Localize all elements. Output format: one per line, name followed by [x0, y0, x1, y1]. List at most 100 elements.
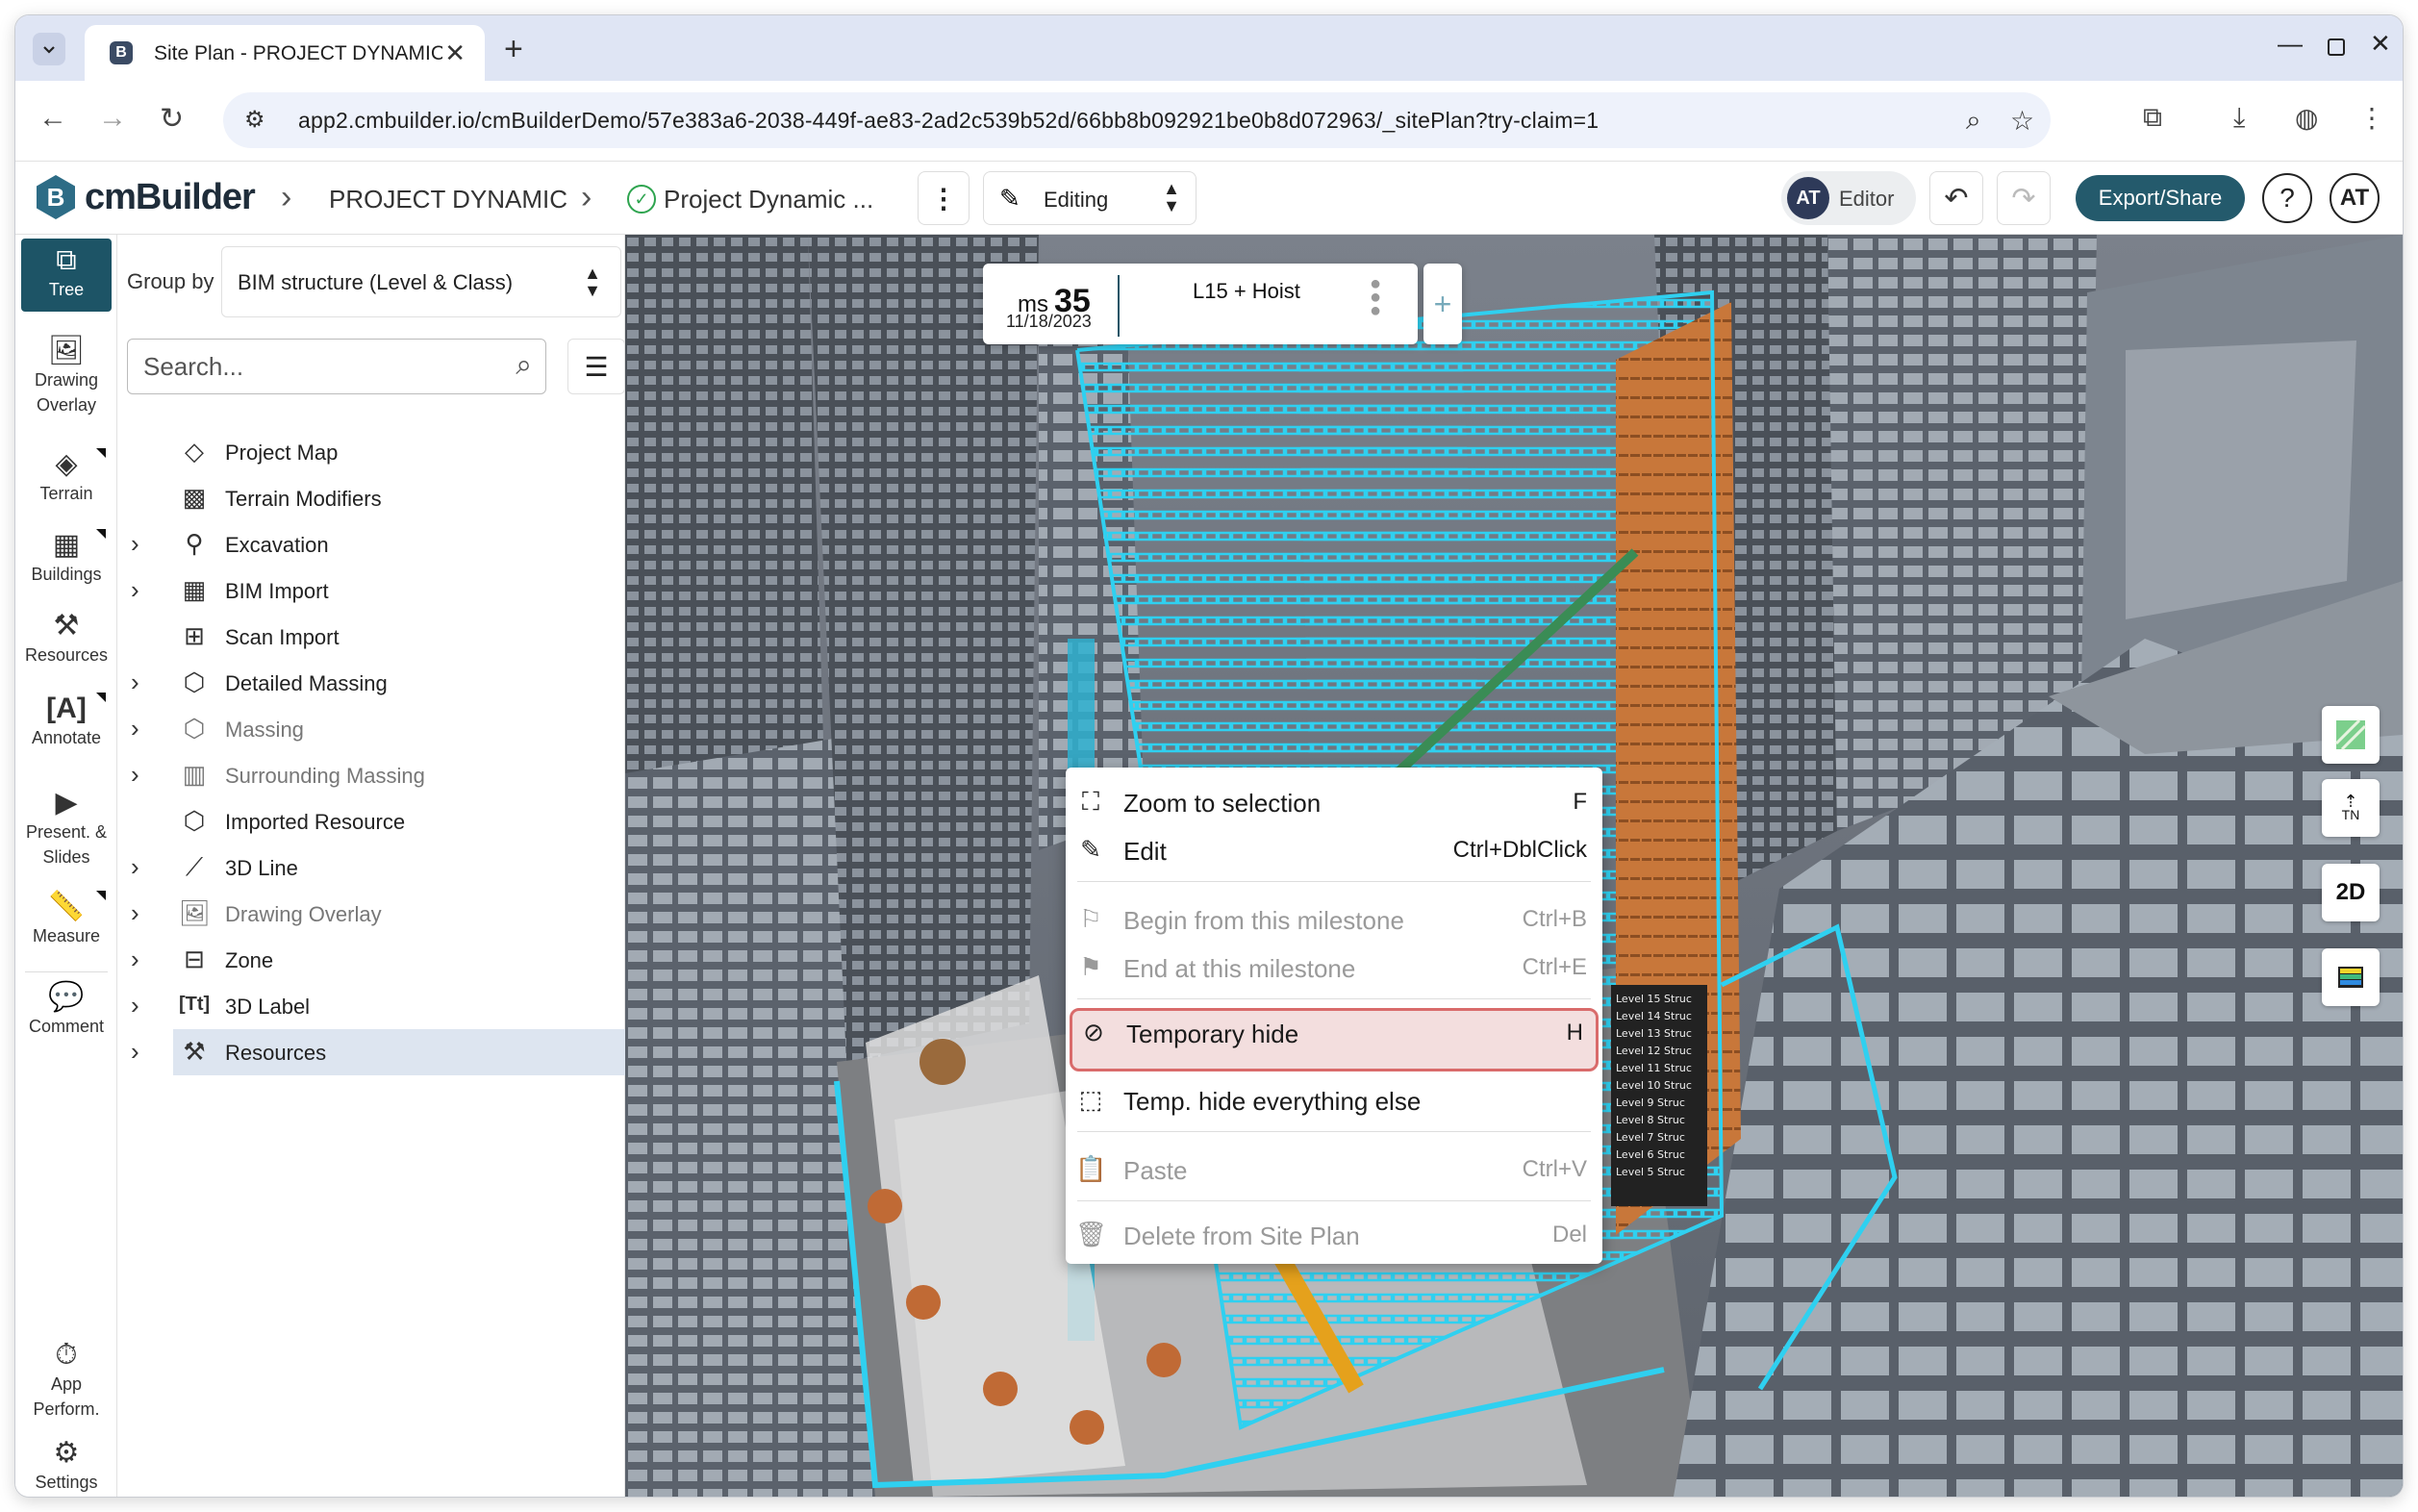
back-icon[interactable]: ←	[38, 102, 67, 135]
tree-item-detailed-massing[interactable]: › ⬡ Detailed Massing	[117, 660, 625, 706]
menu-item-begin-milestone[interactable]: ⚐ Begin from this milestone Ctrl+B	[1066, 895, 1602, 943]
rail-item-resources[interactable]: ⚒ Resources	[21, 610, 112, 668]
milestone-options-icon[interactable]: ● ● ●	[1370, 274, 1381, 320]
chevron-right-icon[interactable]: ›	[131, 898, 139, 928]
rail-item-comment[interactable]: 💬 Comment	[21, 981, 112, 1039]
chevron-right-icon[interactable]: ›	[131, 529, 139, 559]
url-text[interactable]: app2.cmbuilder.io/cmBuilderDemo/57e383a6…	[298, 108, 1599, 134]
true-north-button[interactable]: ⇡ TN	[2322, 779, 2380, 837]
cmbuilder-logo-icon: B	[37, 175, 75, 219]
search-box[interactable]: ⌕	[127, 339, 546, 394]
menu-item-edit[interactable]: ✎ Edit Ctrl+DblClick	[1066, 825, 1602, 873]
search-icon[interactable]: ⌕	[516, 349, 532, 382]
chevron-right-icon[interactable]: ›	[131, 1037, 139, 1067]
app-header: B cmBuilder › PROJECT DYNAMIC › ✓ Projec…	[15, 162, 2403, 235]
performance-icon: ⏱	[55, 1339, 78, 1371]
tree-item-surrounding-massing[interactable]: › ▥ Surrounding Massing	[117, 752, 625, 798]
extensions-icon[interactable]: ⧉	[2143, 102, 2162, 134]
tree-item-bim-import[interactable]: › ▦ BIM Import	[117, 567, 625, 614]
more-options-button[interactable]: ⋮	[918, 171, 970, 225]
browser-menu-icon[interactable]: ⋮	[2358, 102, 2385, 134]
menu-item-zoom-to-selection[interactable]: ⛶ Zoom to selection F	[1066, 777, 1602, 825]
reload-icon[interactable]: ↻	[160, 102, 184, 136]
site-info-icon[interactable]: ⚙	[244, 106, 265, 134]
tree-item-scan-import[interactable]: ⊞ Scan Import	[117, 614, 625, 660]
rail-item-settings[interactable]: ⚙ Settings	[21, 1437, 112, 1495]
map-layer-icon	[2334, 718, 2367, 751]
tree-item-excavation[interactable]: › ⚲ Excavation	[117, 521, 625, 567]
rail-item-app-performance[interactable]: ⏱ App Perform.	[21, 1339, 112, 1422]
rail-item-annotate[interactable]: [A] Annotate	[21, 693, 112, 750]
undo-button[interactable]: ↶	[1929, 171, 1983, 225]
rail-divider	[25, 971, 108, 972]
close-window-icon[interactable]: ✕	[2370, 29, 2391, 59]
flag-icon: ⚐	[1079, 904, 1102, 933]
maximize-icon[interactable]	[2326, 25, 2347, 64]
forward-icon[interactable]: →	[98, 102, 127, 135]
updown-icon: ▲ ▼	[584, 264, 601, 300]
chevron-right-icon[interactable]: ›	[131, 991, 139, 1021]
breadcrumb-site-plan[interactable]: Project Dynamic ...	[664, 185, 873, 214]
menu-item-temporary-hide[interactable]: ⊘ Temporary hide H	[1070, 1008, 1599, 1071]
chevron-right-icon[interactable]: ›	[131, 852, 139, 882]
rail-item-tree[interactable]: ⧉ Tree	[21, 239, 112, 312]
app-logo[interactable]: cmBuilder	[85, 177, 256, 218]
search-input[interactable]	[141, 347, 488, 386]
view-2d-button[interactable]: 2D	[2322, 864, 2380, 921]
user-menu-button[interactable]: AT	[2330, 173, 2380, 223]
tree-item-resources[interactable]: › ⚒ Resources	[131, 1029, 625, 1075]
chevron-right-icon[interactable]: ›	[131, 575, 139, 605]
close-tab-icon[interactable]: ✕	[444, 38, 466, 68]
profile-extension-icon[interactable]: ◍	[2295, 102, 2318, 134]
tree-item-terrain-modifiers[interactable]: ▩ Terrain Modifiers	[117, 475, 625, 521]
tree-item-imported-resource[interactable]: ⬡ Imported Resource	[117, 798, 625, 844]
redo-button[interactable]: ↷	[1997, 171, 2051, 225]
menu-item-paste[interactable]: 📋 Paste Ctrl+V	[1066, 1145, 1602, 1193]
tree-item-3d-line[interactable]: › ⟋ 3D Line	[117, 844, 625, 891]
rail-item-drawing-overlay[interactable]: 🖼 Drawing Overlay	[21, 335, 112, 417]
filter-options-button[interactable]: ☰	[567, 339, 625, 394]
zoom-selection-icon: ⛶	[1081, 787, 1100, 816]
menu-item-end-milestone[interactable]: ⚑ End at this milestone Ctrl+E	[1066, 943, 1602, 991]
north-arrow-icon: ⇡	[2343, 792, 2358, 811]
trash-icon: 🗑	[1075, 1220, 1108, 1248]
rail-item-measure[interactable]: 📏 Measure	[21, 891, 112, 948]
tab-search-button[interactable]	[33, 33, 65, 65]
menu-item-hide-everything-else[interactable]: ⬚ Temp. hide everything else	[1066, 1075, 1602, 1123]
group-by-select[interactable]: BIM structure (Level & Class) ▲ ▼	[221, 246, 621, 317]
chevron-right-icon[interactable]: ›	[131, 945, 139, 974]
chevron-right-icon[interactable]: ›	[131, 668, 139, 697]
milestone-card[interactable]: ms 35 11/18/2023 L15 + Hoist ● ● ●	[983, 264, 1418, 344]
mode-label: Editing	[1044, 188, 1109, 212]
omnibox[interactable]: ⚙ app2.cmbuilder.io/cmBuilderDemo/57e383…	[223, 92, 2051, 148]
3d-viewport[interactable]: Level 15 Struc Level 14 Struc Level 13 S…	[625, 235, 2403, 1497]
add-milestone-button[interactable]: +	[1423, 264, 1462, 344]
chevron-right-icon[interactable]: ›	[131, 760, 139, 790]
menu-item-delete[interactable]: 🗑 Delete from Site Plan Del	[1066, 1210, 1602, 1258]
download-icon[interactable]: ⤓	[2233, 102, 2245, 134]
layers-button[interactable]	[2322, 948, 2380, 1006]
chevron-down-icon	[43, 46, 55, 54]
bookmark-star-icon[interactable]: ☆	[2010, 105, 2034, 137]
rail-item-presentation[interactable]: ▶ Present. & Slides	[21, 787, 112, 869]
breadcrumb-project[interactable]: PROJECT DYNAMIC	[329, 185, 567, 214]
rail-item-buildings[interactable]: ▦ Buildings	[21, 529, 112, 587]
minimize-icon[interactable]: —	[2278, 29, 2303, 59]
mode-select[interactable]: ✎ Editing ▲ ▼	[983, 171, 1196, 225]
collaborator-pill[interactable]: AT Editor	[1781, 171, 1916, 225]
zoom-icon[interactable]: ⌕	[1966, 105, 1981, 137]
new-tab-button[interactable]: +	[504, 31, 523, 68]
tree-item-drawing-overlay[interactable]: › 🖼 Drawing Overlay	[117, 891, 625, 937]
tree-item-3d-label[interactable]: › [Tt] 3D Label	[117, 983, 625, 1029]
terrain-modifier-icon: ▩	[182, 483, 207, 512]
rail-item-terrain[interactable]: ◈ Terrain	[21, 448, 112, 506]
export-share-button[interactable]: Export/Share	[2076, 175, 2245, 221]
map-layer-button[interactable]	[2322, 706, 2380, 764]
avatar: AT	[1787, 177, 1829, 219]
tree-item-zone[interactable]: › ⊟ Zone	[117, 937, 625, 983]
browser-tab[interactable]: B Site Plan - PROJECT DYNAMIC | ✕	[85, 25, 485, 81]
tree-item-massing[interactable]: › ⬡ Massing	[117, 706, 625, 752]
tree-item-project-map[interactable]: ◇ Project Map	[117, 429, 625, 475]
chevron-right-icon[interactable]: ›	[131, 714, 139, 743]
help-button[interactable]: ?	[2262, 173, 2312, 223]
